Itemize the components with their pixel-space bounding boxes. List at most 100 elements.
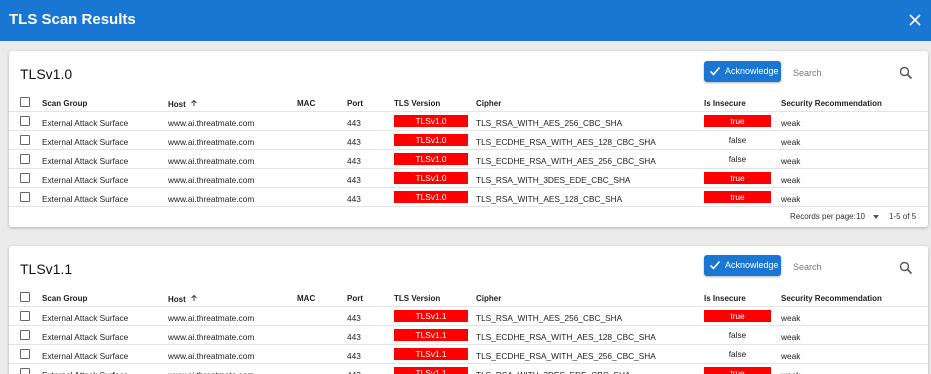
cell-recommendation: weak xyxy=(781,175,801,185)
cell-scan-group: External Attack Surface xyxy=(42,118,129,128)
row-checkbox[interactable] xyxy=(20,192,30,202)
search-field xyxy=(793,262,893,272)
table-row[interactable]: External Attack Surface www.ai.threatmate… xyxy=(9,326,928,345)
tls-section-card: TLSv1.1 Acknowledge Scan Group Host MAC Por… xyxy=(9,246,928,374)
arrow-up-icon[interactable] xyxy=(190,294,198,302)
column-header-is-insecure[interactable]: Is Insecure xyxy=(704,294,746,303)
table-row[interactable]: External Attack Surface www.ai.threatmate… xyxy=(9,345,928,364)
cell-port: 443 xyxy=(347,332,361,342)
tls-version-badge: TLSv1.0 xyxy=(394,191,468,203)
table-row[interactable]: External Attack Surface www.ai.threatmate… xyxy=(9,188,928,207)
cell-host: www.ai.threatmate.com xyxy=(168,194,255,204)
select-all-checkbox[interactable] xyxy=(20,292,30,302)
close-icon[interactable] xyxy=(907,12,923,28)
column-header-tls-version[interactable]: TLS Version xyxy=(394,294,440,303)
row-checkbox[interactable] xyxy=(20,368,30,374)
table-footer: Records per page: 10 1-5 of 5 xyxy=(9,206,928,226)
cell-scan-group: External Attack Surface xyxy=(42,313,129,323)
cell-recommendation: weak xyxy=(781,370,800,374)
column-header-label: MAC xyxy=(297,99,316,108)
row-checkbox[interactable] xyxy=(20,173,30,183)
cell-host: www.ai.threatmate.com xyxy=(168,156,255,166)
cell-cipher: TLS_RSA_WITH_AES_256_CBC_SHA xyxy=(476,118,623,128)
check-icon xyxy=(709,66,721,76)
cell-port: 443 xyxy=(347,137,361,147)
row-checkbox[interactable] xyxy=(20,135,30,145)
row-checkbox[interactable] xyxy=(20,154,30,164)
column-header-label: Is Insecure xyxy=(704,294,746,303)
acknowledge-button[interactable]: Acknowledge xyxy=(704,255,781,276)
column-header-mac[interactable]: MAC xyxy=(297,99,315,108)
cell-scan-group: External Attack Surface xyxy=(42,194,129,204)
column-header-cipher[interactable]: Cipher xyxy=(476,99,501,108)
table-row[interactable]: External Attack Surface www.ai.threatmate… xyxy=(9,307,928,326)
cell-host: www.ai.threatmate.com xyxy=(168,118,255,128)
dialog-title: TLS Scan Results xyxy=(9,11,136,28)
column-header-label: Host xyxy=(168,295,186,304)
cell-cipher: TLS_ECDHE_RSA_WITH_AES_128_CBC_SHA xyxy=(476,137,656,147)
records-per-page-select[interactable]: 10 xyxy=(856,212,865,221)
check-icon xyxy=(709,260,721,270)
column-header-host[interactable]: Host xyxy=(168,99,198,109)
tls-section-card: TLSv1.0 Acknowledge Records per page: 10… xyxy=(9,51,928,227)
records-per-page-label: Records per page: xyxy=(790,212,856,221)
acknowledge-button[interactable]: Acknowledge xyxy=(704,61,781,82)
table-row[interactable]: External Attack Surface www.ai.threatmate… xyxy=(9,131,928,150)
arrow-up-icon[interactable] xyxy=(190,99,198,107)
cell-recommendation: weak xyxy=(781,313,801,323)
row-checkbox[interactable] xyxy=(20,349,30,359)
cell-recommendation: weak xyxy=(781,137,801,147)
column-header-port[interactable]: Port xyxy=(347,99,363,108)
cell-recommendation: weak xyxy=(781,118,801,128)
cell-scan-group: External Attack Surface xyxy=(42,137,129,147)
insecure-badge: true xyxy=(704,310,771,322)
search-input[interactable] xyxy=(793,68,893,78)
table-row[interactable]: External Attack Surface www.ai.threatmate… xyxy=(9,169,928,188)
column-header-recommendation[interactable]: Security Recommendation xyxy=(781,294,882,303)
tls-version-badge: TLSv1.1 xyxy=(394,348,468,360)
cell-cipher: TLS_RSA_WITH_3DES_EDE_CBC_SHA xyxy=(476,370,630,374)
table-row[interactable]: External Attack Surface www.ai.threatmate… xyxy=(9,112,928,131)
insecure-badge: true xyxy=(704,367,771,374)
column-header-is-insecure[interactable]: Is Insecure xyxy=(704,99,746,108)
select-all-checkbox[interactable] xyxy=(20,97,30,107)
column-header-cipher[interactable]: Cipher xyxy=(476,294,501,303)
cell-scan-group: External Attack Surface xyxy=(42,351,129,361)
cell-cipher: TLS_RSA_WITH_3DES_EDE_CBC_SHA xyxy=(476,175,631,185)
tls-version-badge: TLSv1.0 xyxy=(394,153,468,165)
row-checkbox[interactable] xyxy=(20,330,30,340)
column-header-label: Port xyxy=(347,99,363,108)
section-title: TLSv1.1 xyxy=(20,261,73,277)
table-row[interactable]: External Attack Surface www.ai.threatmate… xyxy=(9,364,928,374)
tls-version-badge: TLSv1.0 xyxy=(394,134,468,146)
row-checkbox[interactable] xyxy=(20,311,30,321)
tls-version-badge: TLSv1.1 xyxy=(394,310,468,322)
tls-version-badge: TLSv1.0 xyxy=(394,115,468,127)
search-icon[interactable] xyxy=(899,261,913,275)
column-header-port[interactable]: Port xyxy=(347,294,363,303)
tls-version-badge: TLSv1.1 xyxy=(394,329,468,341)
insecure-badge: false xyxy=(728,135,747,145)
cell-scan-group: External Attack Surface xyxy=(42,370,128,374)
cell-host: www.ai.threatmate.com xyxy=(168,332,255,342)
column-header-scan-group[interactable]: Scan Group xyxy=(42,294,87,303)
chevron-down-icon[interactable] xyxy=(873,215,879,219)
row-checkbox[interactable] xyxy=(20,116,30,126)
cell-cipher: TLS_RSA_WITH_AES_256_CBC_SHA xyxy=(476,313,623,323)
cell-port: 443 xyxy=(347,194,361,204)
cell-recommendation: weak xyxy=(781,332,801,342)
cell-host: www.ai.threatmate.com xyxy=(168,370,254,374)
column-header-scan-group[interactable]: Scan Group xyxy=(42,99,87,108)
column-header-tls-version[interactable]: TLS Version xyxy=(394,99,440,108)
column-header-host[interactable]: Host xyxy=(168,294,198,304)
column-header-label: Is Insecure xyxy=(704,99,746,108)
search-input[interactable] xyxy=(793,262,893,272)
search-icon[interactable] xyxy=(899,66,913,80)
column-header-recommendation[interactable]: Security Recommendation xyxy=(781,99,882,108)
table-row[interactable]: External Attack Surface www.ai.threatmate… xyxy=(9,150,928,169)
cell-recommendation: weak xyxy=(781,156,801,166)
cell-port: 443 xyxy=(347,351,361,361)
column-header-mac[interactable]: MAC xyxy=(297,294,315,303)
cell-cipher: TLS_RSA_WITH_AES_128_CBC_SHA xyxy=(476,194,623,204)
column-header-label: Scan Group xyxy=(42,294,88,303)
